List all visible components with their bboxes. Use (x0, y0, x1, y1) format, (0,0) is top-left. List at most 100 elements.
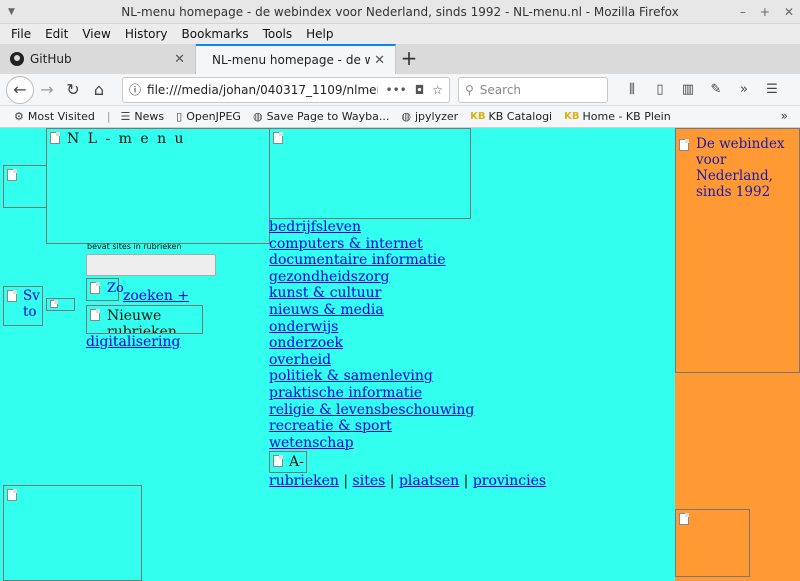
category-link-onderzoek[interactable]: onderzoek (269, 335, 474, 352)
reload-button[interactable]: ↻ (60, 77, 86, 103)
category-link-praktische[interactable]: praktische informatie (269, 385, 474, 402)
page-content: N L - m e n u bevat sites in rubrieken S… (0, 128, 800, 581)
side-image-link[interactable]: Sv to (3, 286, 43, 326)
tab-bar: GitHub ✕ NL-menu homepage - de webindex … (0, 44, 800, 74)
tab-nlmenu[interactable]: NL-menu homepage - de webindex ✕ (196, 44, 396, 74)
bookmark-most-visited[interactable]: ⚙ Most Visited (14, 110, 95, 123)
gear-icon: ⚙ (14, 110, 24, 123)
nieuwe-alt-overflow: rubrieken (107, 324, 177, 334)
window-title: NL-menu homepage - de webindex voor Nede… (121, 5, 679, 19)
window-titlebar: ▼ NL-menu homepage - de webindex voor Ne… (0, 0, 800, 24)
broken-image-icon (90, 309, 100, 321)
kb-icon: KB (564, 111, 580, 122)
pocket-icon[interactable]: ◘ (415, 83, 425, 97)
broken-image-icon (7, 290, 17, 302)
minimize-icon[interactable]: – (740, 0, 746, 24)
provincies-link[interactable]: provincies (473, 473, 546, 489)
extension-icon[interactable]: ✎ (704, 82, 728, 97)
category-link-overheid[interactable]: overheid (269, 352, 474, 369)
bottom-left-image (3, 485, 142, 581)
search-icon: ⚲ (465, 82, 474, 97)
search-bar[interactable]: ⚲ Search (458, 76, 608, 103)
category-link-computers[interactable]: computers & internet (269, 236, 474, 253)
broken-image-icon (50, 132, 60, 144)
bookmark-wayback[interactable]: ◍ Save Page to Wayba... (253, 110, 389, 123)
menu-history[interactable]: History (118, 27, 175, 41)
back-button[interactable]: ← (6, 75, 34, 104)
category-link-kunst[interactable]: kunst & cultuur (269, 285, 474, 302)
small-broken-image (46, 298, 75, 311)
github-icon (10, 52, 24, 66)
sites-link[interactable]: sites (353, 473, 386, 489)
bookmark-kb-plein[interactable]: KB Home - KB Plein (564, 110, 671, 123)
zoeken-alt-text: Zo (107, 281, 124, 296)
broken-image (3, 165, 47, 208)
tab-label: NL-menu homepage - de webindex (212, 53, 371, 67)
close-icon[interactable]: ✕ (784, 0, 794, 24)
broken-image-icon (90, 282, 100, 294)
search-label: bevat sites in rubrieken (87, 242, 182, 251)
category-link-recreatie[interactable]: recreatie & sport (269, 418, 474, 435)
rss-icon: ☰ (120, 110, 131, 123)
menu-bookmarks[interactable]: Bookmarks (175, 27, 256, 41)
right-bottom-image (675, 509, 750, 577)
menu-help[interactable]: Help (299, 27, 340, 41)
category-link-wetenschap[interactable]: wetenschap (269, 435, 474, 452)
forward-button[interactable]: → (34, 77, 60, 103)
zoeken-link[interactable]: zoeken + (123, 288, 189, 304)
category-link-religie[interactable]: religie & levensbeschouwing (269, 402, 474, 419)
bookmark-star-icon[interactable]: ☆ (432, 83, 443, 97)
nieuwe-alt-text: Nieuwe (107, 308, 162, 324)
info-icon[interactable]: ⓘ (129, 81, 141, 98)
new-tab-button[interactable]: + (396, 44, 422, 74)
bookmark-news[interactable]: ☰ News (121, 110, 165, 123)
bookmark-openjpeg[interactable]: ▯ OpenJPEG (176, 110, 241, 123)
menu-view[interactable]: View (75, 27, 117, 41)
window-menu-icon[interactable]: ▼ (8, 0, 15, 24)
library-icon[interactable]: ⫼ (620, 82, 644, 97)
a-z-image[interactable]: A- (269, 451, 307, 473)
tab-close-icon[interactable]: ✕ (370, 53, 389, 68)
menu-edit[interactable]: Edit (38, 27, 75, 41)
zoeken-image[interactable]: Zo (86, 278, 124, 301)
maximize-icon[interactable]: + (760, 0, 770, 24)
bookmark-kb-catalogi[interactable]: KB KB Catalogi (470, 110, 552, 123)
plaatsen-link[interactable]: plaatsen (399, 473, 459, 489)
index-links: rubrieken | sites | plaatsen | provincie… (269, 473, 546, 489)
search-input[interactable] (86, 254, 216, 276)
broken-image-icon (679, 139, 689, 151)
url-text[interactable]: file:///media/johan/040317_1109/nlmenu (147, 83, 377, 97)
menu-tools[interactable]: Tools (256, 27, 300, 41)
home-button[interactable]: ⌂ (86, 77, 112, 103)
link-separator: | (389, 473, 395, 489)
tab-github[interactable]: GitHub ✕ (0, 44, 196, 74)
tagline-alt-text: De webindex voor Nederland, sinds 1992 (696, 136, 785, 200)
page-actions-icon[interactable]: ••• (386, 83, 407, 97)
archive-icon[interactable]: ▥ (676, 82, 700, 97)
header-image (269, 128, 471, 219)
tab-close-icon[interactable]: ✕ (170, 52, 189, 67)
link-separator: | (343, 473, 349, 489)
broken-image-icon (273, 132, 283, 144)
digitalisering-link[interactable]: digitalisering (86, 334, 180, 350)
hamburger-menu-icon[interactable]: ☰ (760, 82, 784, 97)
bookmark-jpylyzer[interactable]: ◍ jpylyzer (401, 110, 458, 123)
overflow-chevron-icon[interactable]: » (732, 82, 756, 97)
category-link-politiek[interactable]: politiek & samenleving (269, 368, 474, 385)
side-image-alt-text[interactable]: Sv to (23, 288, 43, 320)
bookmark-separator: | (106, 110, 111, 123)
sidebar-icon[interactable]: ▯ (648, 82, 672, 97)
rubrieken-link[interactable]: rubrieken (269, 473, 339, 489)
url-bar[interactable]: ⓘ file:///media/johan/040317_1109/nlmenu… (122, 76, 450, 103)
category-link-nieuws[interactable]: nieuws & media (269, 302, 474, 319)
menu-bar: File Edit View History Bookmarks Tools H… (0, 24, 800, 44)
bookmarks-overflow-icon[interactable]: » (781, 109, 788, 123)
category-link-onderwijs[interactable]: onderwijs (269, 319, 474, 336)
menu-file[interactable]: File (4, 27, 38, 41)
category-link-bedrijfsleven[interactable]: bedrijfsleven (269, 219, 474, 236)
category-link-documentaire[interactable]: documentaire informatie (269, 252, 474, 269)
globe-icon: ◍ (401, 110, 411, 123)
nieuwe-rubrieken-image[interactable]: Nieuwe rubrieken (86, 305, 203, 334)
bookmarks-bar: ⚙ Most Visited | ☰ News ▯ OpenJPEG ◍ Sav… (0, 106, 800, 128)
category-link-gezondheidszorg[interactable]: gezondheidszorg (269, 269, 474, 286)
